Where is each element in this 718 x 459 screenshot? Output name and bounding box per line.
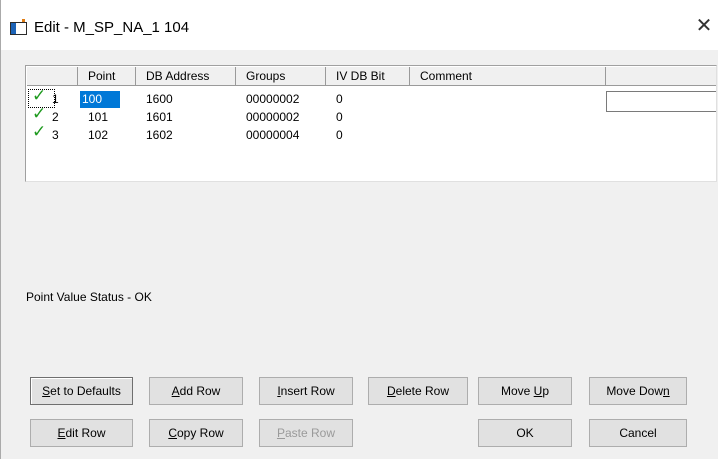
paste-row-button[interactable]: Paste Row xyxy=(259,419,353,447)
cell-db-address[interactable]: 1602 xyxy=(136,127,173,144)
label-part: Move Dow xyxy=(606,384,663,398)
cell-point[interactable]: 100 xyxy=(80,91,120,108)
header-blank xyxy=(606,67,716,86)
point-value-status: Point Value Status - OK xyxy=(26,290,152,304)
row-number: 3 xyxy=(52,128,59,142)
cell-point[interactable]: 102 xyxy=(78,127,108,144)
window-title: Edit - M_SP_NA_1 104 xyxy=(34,19,190,36)
check-icon: ✓ xyxy=(32,122,47,142)
label-part: dd Row xyxy=(179,384,221,398)
label-mnemonic: S xyxy=(42,384,51,398)
delete-row-button[interactable]: Delete Row xyxy=(368,377,468,405)
edit-dialog: Edit - M_SP_NA_1 104 ✕ Point DB Address … xyxy=(0,0,718,459)
app-window-icon xyxy=(10,19,27,35)
label-mnemonic: A xyxy=(171,384,180,398)
label-part: p xyxy=(542,384,550,398)
row-number: 2 xyxy=(52,110,59,124)
header-iv-db-bit[interactable]: IV DB Bit xyxy=(326,67,410,86)
header-db-address[interactable]: DB Address xyxy=(136,67,236,86)
set-to-defaults-button[interactable]: Set to Defaults xyxy=(30,377,133,405)
cell-groups[interactable]: 00000002 xyxy=(236,109,299,126)
move-up-button[interactable]: Move Up xyxy=(478,377,572,405)
comment-edit-box[interactable] xyxy=(606,91,716,112)
label-mnemonic: C xyxy=(168,426,177,440)
label-part: Move xyxy=(500,384,534,398)
header-point[interactable]: Point xyxy=(78,67,136,86)
label-mnemonic: E xyxy=(57,426,66,440)
row-number: 1 xyxy=(52,92,59,106)
points-grid[interactable]: Point DB Address Groups IV DB Bit Commen… xyxy=(25,65,717,182)
cell-iv-db-bit[interactable]: 0 xyxy=(326,109,343,126)
cell-comment[interactable] xyxy=(410,127,420,144)
header-row-number xyxy=(27,67,78,86)
header-comment[interactable]: Comment xyxy=(410,67,606,86)
cell-groups[interactable]: 00000002 xyxy=(236,91,299,108)
move-down-button[interactable]: Move Down xyxy=(589,377,687,405)
row-header-3[interactable]: ✓ 3 xyxy=(28,122,76,144)
copy-row-button[interactable]: Copy Row xyxy=(149,419,243,447)
label-part: dit Row xyxy=(65,426,106,440)
cell-db-address[interactable]: 1600 xyxy=(136,91,173,108)
label-part: aste Row xyxy=(284,426,336,440)
insert-row-button[interactable]: Insert Row xyxy=(259,377,353,405)
label-mnemonic: n xyxy=(663,384,670,398)
label-part: nsert Row xyxy=(280,384,335,398)
title-bar: Edit - M_SP_NA_1 104 ✕ xyxy=(1,0,718,50)
cell-iv-db-bit[interactable]: 0 xyxy=(326,91,343,108)
ok-button[interactable]: OK xyxy=(478,419,572,447)
edit-row-button[interactable]: Edit Row xyxy=(30,419,133,447)
label-part: opy Row xyxy=(176,426,224,440)
cell-groups[interactable]: 00000004 xyxy=(236,127,299,144)
cell-point[interactable]: 101 xyxy=(78,109,108,126)
add-row-button[interactable]: Add Row xyxy=(149,377,243,405)
label-mnemonic: D xyxy=(386,384,396,398)
label-part: et to Defaults xyxy=(50,384,121,398)
cancel-button[interactable]: Cancel xyxy=(589,419,687,447)
close-icon[interactable]: ✕ xyxy=(689,10,718,40)
cell-iv-db-bit[interactable]: 0 xyxy=(326,127,343,144)
label-mnemonic: P xyxy=(276,426,285,440)
label-part: elete Row xyxy=(395,384,450,398)
cell-comment[interactable] xyxy=(410,109,420,126)
header-groups[interactable]: Groups xyxy=(236,67,326,86)
cell-db-address[interactable]: 1601 xyxy=(136,109,173,126)
